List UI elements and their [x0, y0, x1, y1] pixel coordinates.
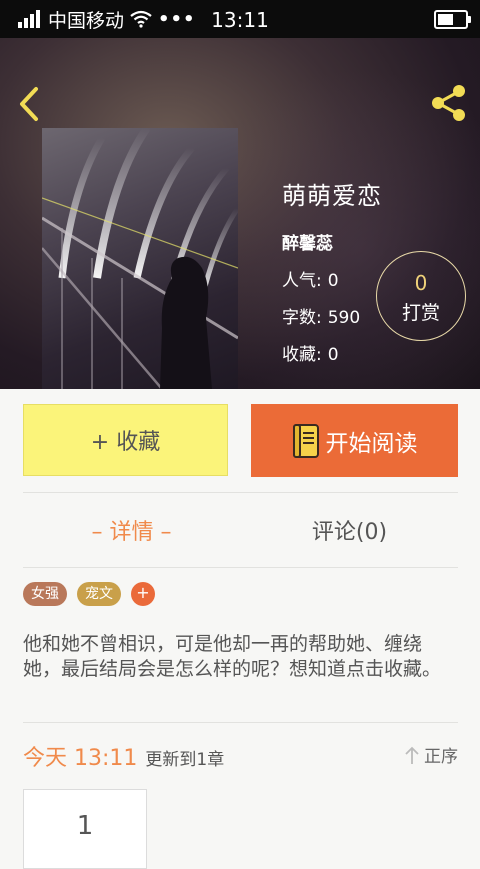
tag-list: 女强 宠文 +: [23, 582, 155, 606]
divider: [23, 567, 458, 568]
tip-label: 打赏: [401, 302, 440, 324]
book-cover[interactable]: [42, 128, 238, 389]
tip-button[interactable]: 0 打赏: [376, 251, 466, 341]
tip-count: 0: [414, 271, 428, 295]
sort-label: 正序: [424, 747, 458, 767]
stat-label: 收藏:: [282, 345, 322, 365]
tag-item[interactable]: 女强: [23, 582, 67, 606]
stat-word-count: 字数: 590: [282, 303, 382, 328]
start-reading-button[interactable]: 开始阅读: [251, 404, 458, 477]
tab-comments[interactable]: 评论(0): [241, 508, 458, 558]
update-info: 今天 13:11 更新到1章: [23, 740, 224, 772]
favorite-button[interactable]: + 收藏: [23, 404, 228, 476]
stat-favorites: 收藏: 0: [282, 340, 382, 365]
share-icon[interactable]: [428, 82, 470, 124]
arrow-up-icon: [405, 746, 419, 764]
divider: [23, 722, 458, 723]
stat-value: 0: [327, 271, 339, 291]
sort-toggle[interactable]: 正序: [404, 742, 458, 767]
status-bar: 中国移动 ••• 13:11: [0, 0, 480, 38]
status-time: 13:11: [211, 8, 269, 32]
update-time: 今天 13:11: [23, 746, 138, 771]
tab-detail[interactable]: – 详情 –: [23, 508, 240, 558]
cover-image: [42, 128, 238, 389]
book-info: 萌萌爱恋 醉馨蕊 人气: 0 字数: 590 收藏: 0: [282, 176, 382, 365]
book-description: 他和她不曾相识，可是他却一再的帮助她、缠绕她，最后结局会是怎么样的呢？想知道点击…: [23, 633, 442, 680]
start-reading-label: 开始阅读: [325, 430, 418, 457]
book-icon: [292, 423, 319, 458]
tag-item[interactable]: 宠文: [77, 582, 121, 606]
book-header: 萌萌爱恋 醉馨蕊 人气: 0 字数: 590 收藏: 0 0 打赏: [0, 38, 480, 389]
book-author: 醉馨蕊: [282, 234, 333, 254]
back-icon[interactable]: [14, 84, 42, 124]
stat-label: 人气:: [282, 271, 322, 291]
add-tag-button[interactable]: +: [131, 582, 155, 606]
book-title: 萌萌爱恋: [282, 182, 382, 210]
battery-icon: [434, 10, 471, 29]
battery-level: [438, 14, 453, 25]
stat-popularity: 人气: 0: [282, 266, 382, 291]
stat-label: 字数:: [282, 308, 322, 328]
stat-value: 0: [327, 345, 339, 365]
update-text: 更新到1章: [145, 750, 225, 770]
stat-value: 590: [327, 308, 361, 328]
chapter-item[interactable]: 1: [23, 789, 147, 869]
divider: [23, 492, 458, 493]
